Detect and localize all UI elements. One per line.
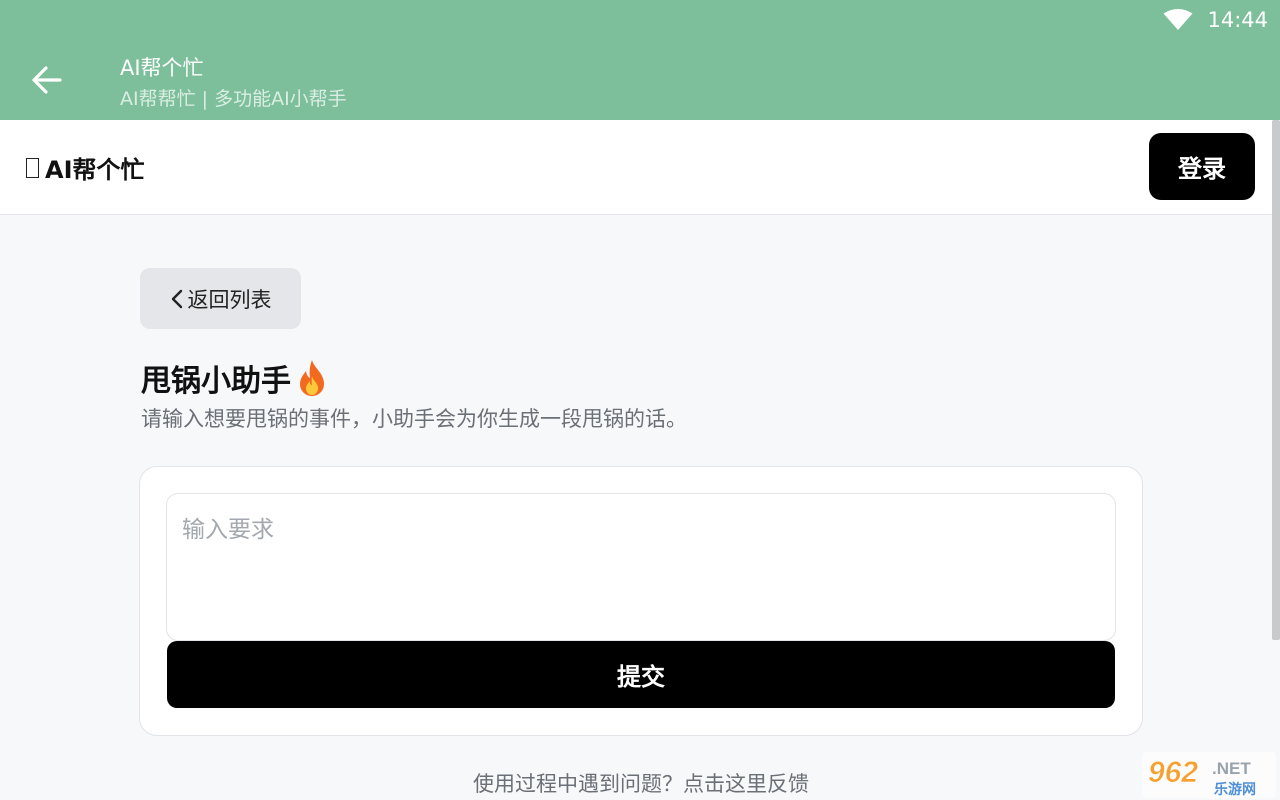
watermark-caption: 乐游网 [1214, 781, 1256, 798]
arrow-left-icon[interactable] [30, 64, 64, 96]
app-title: AI帮个忙 [120, 56, 204, 80]
prompt-input[interactable] [166, 493, 1116, 641]
brand-name: AI帮个忙 [45, 156, 145, 184]
page-description: 请输入想要甩锅的事件，小助手会为你生成一段甩锅的话。 [141, 407, 687, 431]
status-bar: 14:44 [1163, 6, 1268, 34]
feedback-link[interactable]: 使用过程中遇到问题？点击这里反馈 [0, 768, 1280, 798]
login-button[interactable]: 登录 [1149, 133, 1255, 200]
submit-button[interactable]: 提交 [167, 641, 1115, 708]
scrollbar[interactable] [1272, 120, 1280, 640]
input-card: 提交 [139, 466, 1143, 736]
app-subtitle: AI帮帮忙 | 多功能AI小帮手 [120, 88, 347, 110]
watermark-suffix: .NET [1212, 759, 1251, 778]
watermark-logo: 962 .NET 乐游网 [1142, 752, 1276, 798]
watermark-number: 962 [1148, 756, 1198, 789]
wifi-icon [1163, 9, 1193, 30]
chevron-left-icon [171, 289, 182, 308]
page-title: 甩锅小助手 [141, 356, 327, 400]
brand[interactable]: AI帮个忙 [26, 150, 145, 185]
status-time: 14:44 [1207, 8, 1268, 32]
fire-icon [300, 360, 324, 396]
brand-glyph-icon [26, 157, 39, 178]
back-to-list-label: 返回列表 [187, 287, 272, 312]
back-to-list-button[interactable]: 返回列表 [140, 268, 301, 329]
app-bar: 14:44 AI帮个忙 AI帮帮忙 | 多功能AI小帮手 [0, 0, 1280, 120]
site-header: AI帮个忙 登录 [0, 120, 1280, 215]
page-title-text: 甩锅小助手 [141, 364, 291, 399]
